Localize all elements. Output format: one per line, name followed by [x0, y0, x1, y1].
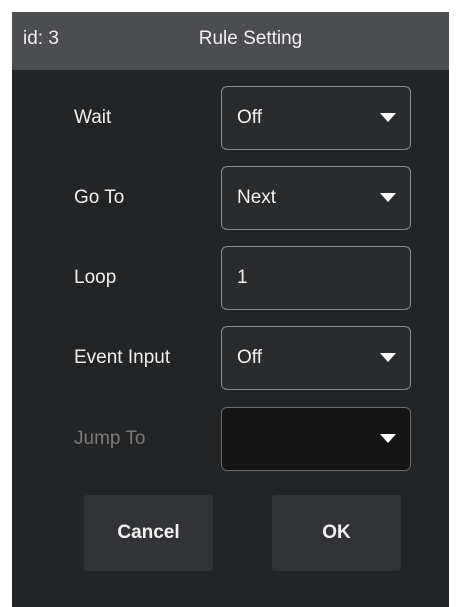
- cancel-button[interactable]: Cancel: [84, 495, 213, 571]
- ok-button[interactable]: OK: [272, 495, 401, 571]
- go-to-dropdown[interactable]: Next: [221, 166, 411, 230]
- loop-input[interactable]: 1: [221, 246, 411, 310]
- loop-label: Loop: [74, 267, 117, 288]
- chevron-down-icon: [380, 434, 396, 443]
- jump-to-label: Jump To: [74, 428, 146, 449]
- wait-label: Wait: [74, 107, 112, 128]
- chevron-down-icon: [380, 193, 396, 202]
- wait-value: Off: [237, 107, 262, 128]
- event-input-label: Event Input: [74, 347, 171, 368]
- go-to-value: Next: [237, 187, 277, 208]
- rule-setting-dialog: id: 3 Rule Setting Wait Off Go To Next L…: [12, 12, 449, 607]
- dialog-title: Rule Setting: [198, 28, 303, 49]
- event-input-value: Off: [237, 347, 262, 368]
- loop-value: 1: [237, 267, 248, 288]
- title-bar: id: 3 Rule Setting: [12, 12, 449, 70]
- chevron-down-icon: [380, 353, 396, 362]
- wait-dropdown[interactable]: Off: [221, 86, 411, 150]
- chevron-down-icon: [380, 113, 396, 122]
- jump-to-dropdown[interactable]: [221, 407, 411, 471]
- go-to-label: Go To: [74, 187, 125, 208]
- event-input-dropdown[interactable]: Off: [221, 326, 411, 390]
